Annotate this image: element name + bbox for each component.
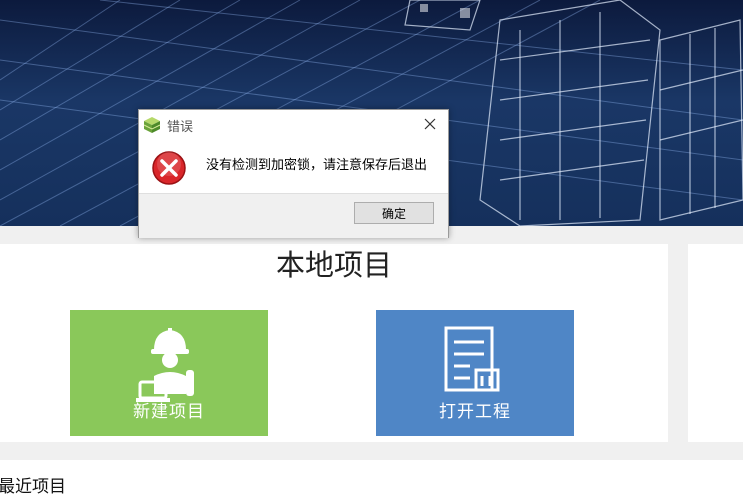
dialog-titlebar[interactable]: 错误 xyxy=(139,110,448,138)
recent-projects-section xyxy=(0,460,743,500)
green-cube-icon xyxy=(143,116,161,138)
local-projects-title: 本地项目 xyxy=(275,248,392,282)
error-dialog: 错误 没有检测到加密锁，请注意保存后退出 确定 xyxy=(138,109,449,238)
open-project-tile[interactable]: 打开工程 xyxy=(376,310,574,436)
new-project-label: 新建项目 xyxy=(133,402,205,422)
document-building-icon xyxy=(440,324,512,408)
close-icon[interactable] xyxy=(420,114,440,134)
error-x-icon xyxy=(151,150,187,190)
dialog-title: 错误 xyxy=(167,120,194,135)
dialog-footer: 确定 xyxy=(139,193,448,238)
ok-button[interactable]: 确定 xyxy=(354,202,434,224)
worker-helmet-icon xyxy=(134,324,206,408)
dialog-message: 没有检测到加密锁，请注意保存后退出 xyxy=(206,158,428,173)
new-project-tile[interactable]: 新建项目 xyxy=(70,310,268,436)
open-project-label: 打开工程 xyxy=(439,402,511,422)
recent-projects-title: 最近项目 xyxy=(0,477,66,497)
side-panel xyxy=(688,244,743,442)
